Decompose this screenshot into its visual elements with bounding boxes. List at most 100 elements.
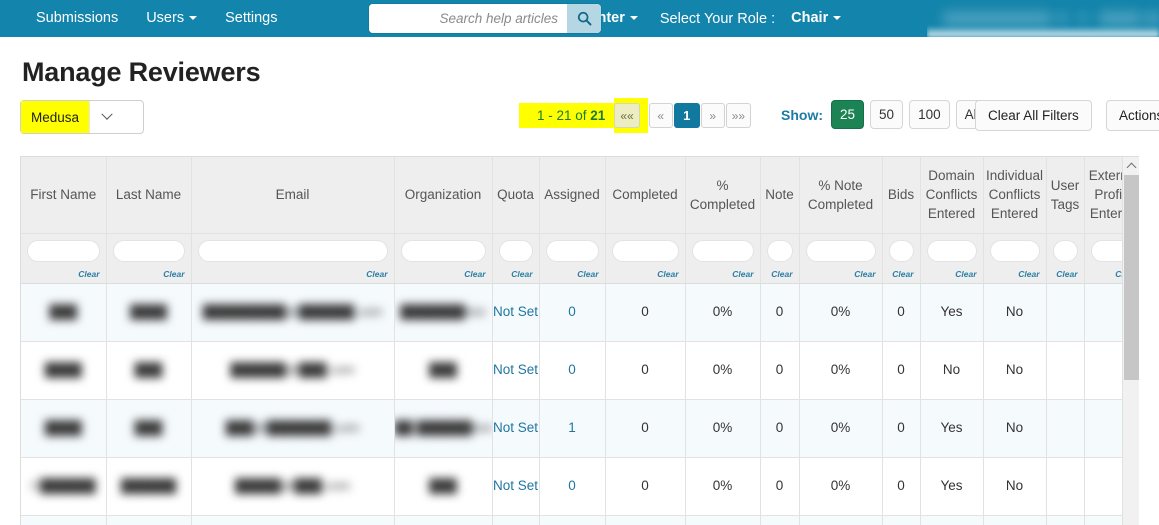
redacted-value: █████@███.com [234, 478, 351, 493]
filter-clear-link-bids[interactable]: Clear [889, 265, 913, 283]
col-header-quota[interactable]: Quota [492, 157, 540, 234]
nav-item-users[interactable]: Users [132, 0, 211, 37]
filter-input-pct-completed[interactable] [691, 239, 754, 262]
col-header-user-tags[interactable]: User Tags [1046, 157, 1085, 234]
clear-all-filters-button[interactable]: Clear All Filters [975, 100, 1092, 131]
nav-item-submissions[interactable]: Submissions [22, 0, 132, 37]
filter-clear-link-note[interactable]: Clear [767, 265, 792, 283]
nav-item-users-label: Users [146, 10, 185, 26]
filter-wrapper-quota: Clear [498, 239, 533, 283]
pagination-summary-total: 21 [590, 108, 606, 123]
table-vertical-scrollbar[interactable] [1122, 157, 1139, 525]
cell-domain-conflicts-entered: Yes [920, 457, 984, 516]
page-size-100-button[interactable]: 100 [909, 100, 950, 129]
cell-assigned[interactable] [539, 515, 606, 525]
page-size-25-button[interactable]: 25 [831, 100, 865, 129]
cell-last-name: ████ [106, 283, 192, 342]
search-input[interactable] [369, 4, 567, 33]
filter-input-assigned[interactable] [545, 239, 599, 262]
cell-assigned[interactable]: 0 [539, 283, 606, 342]
pagination-next-button[interactable]: » [700, 103, 725, 128]
filter-clear-link-pct-note-completed[interactable]: Clear [806, 265, 875, 283]
filter-wrapper-organization: Clear [400, 239, 486, 283]
filter-input-pct-note-completed[interactable] [805, 239, 876, 262]
cell-quota[interactable]: Not Set [492, 283, 540, 342]
filter-clear-link-pct-completed[interactable]: Clear [692, 265, 753, 283]
col-header-last-name[interactable]: Last Name [106, 157, 192, 234]
actions-button-label: Actions [1119, 108, 1159, 123]
redacted-value: C██████ [30, 478, 96, 493]
col-header-pct-completed[interactable]: % Completed [685, 157, 761, 234]
filter-input-note[interactable] [766, 239, 793, 262]
table-row[interactable]: Not [21, 515, 1139, 525]
cell-assigned[interactable]: 0 [539, 457, 606, 516]
reviewer-group-select[interactable]: Medusa [20, 100, 144, 134]
reviewers-table-container: First Name Last Name Email Organization … [20, 156, 1139, 525]
table-row[interactable]: ███ ████ █████████@██████.com ███████tion No… [21, 283, 1139, 342]
filter-input-quota[interactable] [498, 239, 533, 262]
filter-clear-link-last-name[interactable]: Clear [113, 265, 184, 283]
search-button[interactable] [567, 4, 601, 33]
page-size-50-button[interactable]: 50 [870, 100, 904, 129]
filter-clear-link-quota[interactable]: Clear [499, 265, 532, 283]
col-header-assigned[interactable]: Assigned [539, 157, 606, 234]
role-selector[interactable]: Chair [777, 0, 855, 37]
table-toolbar: Medusa 1 - 21 of 21 «« « 1 » »» Show: 25… [20, 98, 1159, 154]
scroll-up-arrow-icon[interactable] [1123, 157, 1139, 174]
cell-note: 0 [760, 457, 800, 516]
filter-input-domain-conflicts[interactable] [926, 239, 977, 262]
col-header-bids[interactable]: Bids [882, 157, 921, 234]
filter-clear-link-first-name[interactable]: Clear [27, 265, 99, 283]
filter-clear-link-user-tags[interactable]: Clear [1053, 265, 1077, 283]
col-header-completed[interactable]: Completed [605, 157, 686, 234]
filter-input-bids[interactable] [888, 239, 914, 262]
table-row[interactable]: C██████ ██████ █████@███.com ███ Not Set 0 0 0%… [21, 457, 1139, 516]
cell-assigned[interactable]: 1 [539, 399, 606, 458]
filter-input-organization[interactable] [400, 239, 486, 262]
table-row[interactable]: ████ ███ ██████@███.com ███ Not Set 0 0 0% 0 0% 0 N… [21, 341, 1139, 400]
filter-input-last-name[interactable] [112, 239, 185, 262]
cell-quota[interactable]: Not Set [492, 341, 540, 400]
cell-quota[interactable]: Not Set [492, 399, 540, 458]
pagination-page-1-button[interactable]: 1 [673, 103, 700, 128]
actions-button[interactable]: Actions [1106, 100, 1159, 131]
pagination-prev-button[interactable]: « [648, 103, 673, 128]
filter-clear-link-completed[interactable]: Clear [612, 265, 678, 283]
filter-input-individual-conflicts[interactable] [989, 239, 1040, 262]
filter-clear-link-individual-conflicts[interactable]: Clear [990, 265, 1039, 283]
col-header-email[interactable]: Email [191, 157, 395, 234]
filter-cell-first-name: Clear [21, 233, 107, 284]
role-selector-value: Chair [791, 10, 829, 26]
search-icon [577, 11, 591, 26]
cell-bids [882, 515, 921, 525]
filter-input-user-tags[interactable] [1052, 239, 1078, 262]
cell-quota[interactable]: Not [492, 515, 540, 525]
filter-input-completed[interactable] [611, 239, 679, 262]
filter-input-first-name[interactable] [27, 239, 100, 262]
col-header-domain-conflicts-entered[interactable]: Domain Conflicts Entered [920, 157, 984, 234]
pagination-last-button[interactable]: »» [725, 103, 752, 128]
pagination-summary-prefix: 1 - 21 of [537, 108, 591, 123]
cell-quota[interactable]: Not Set [492, 457, 540, 516]
cell-organization: ███ [394, 341, 493, 400]
nav-item-settings[interactable]: Settings [211, 0, 291, 37]
col-header-individual-conflicts-entered[interactable]: Individual Conflicts Entered [983, 157, 1047, 234]
filter-clear-link-email[interactable]: Clear [198, 265, 387, 283]
filter-input-email[interactable] [197, 239, 388, 262]
help-search-box[interactable] [369, 4, 601, 33]
filter-clear-link-organization[interactable]: Clear [401, 265, 485, 283]
pagination-first-button[interactable]: «« [614, 103, 640, 128]
cell-assigned[interactable]: 0 [539, 341, 606, 400]
col-header-pct-note-completed[interactable]: % Note Completed [799, 157, 883, 234]
col-header-note[interactable]: Note [760, 157, 800, 234]
cell-note: 0 [760, 283, 800, 342]
redacted-account-menu[interactable] [927, 0, 1159, 37]
col-header-first-name[interactable]: First Name [21, 157, 107, 234]
cell-individual-conflicts-entered: No [983, 457, 1047, 516]
scrollbar-thumb[interactable] [1124, 175, 1139, 380]
filter-clear-link-assigned[interactable]: Clear [546, 265, 598, 283]
table-row[interactable]: ████ ███ ███@███████.com ██ ██████tion Not S… [21, 399, 1139, 458]
col-header-organization[interactable]: Organization [394, 157, 493, 234]
filter-clear-link-domain-conflicts[interactable]: Clear [927, 265, 976, 283]
cell-user-tags [1046, 341, 1085, 400]
